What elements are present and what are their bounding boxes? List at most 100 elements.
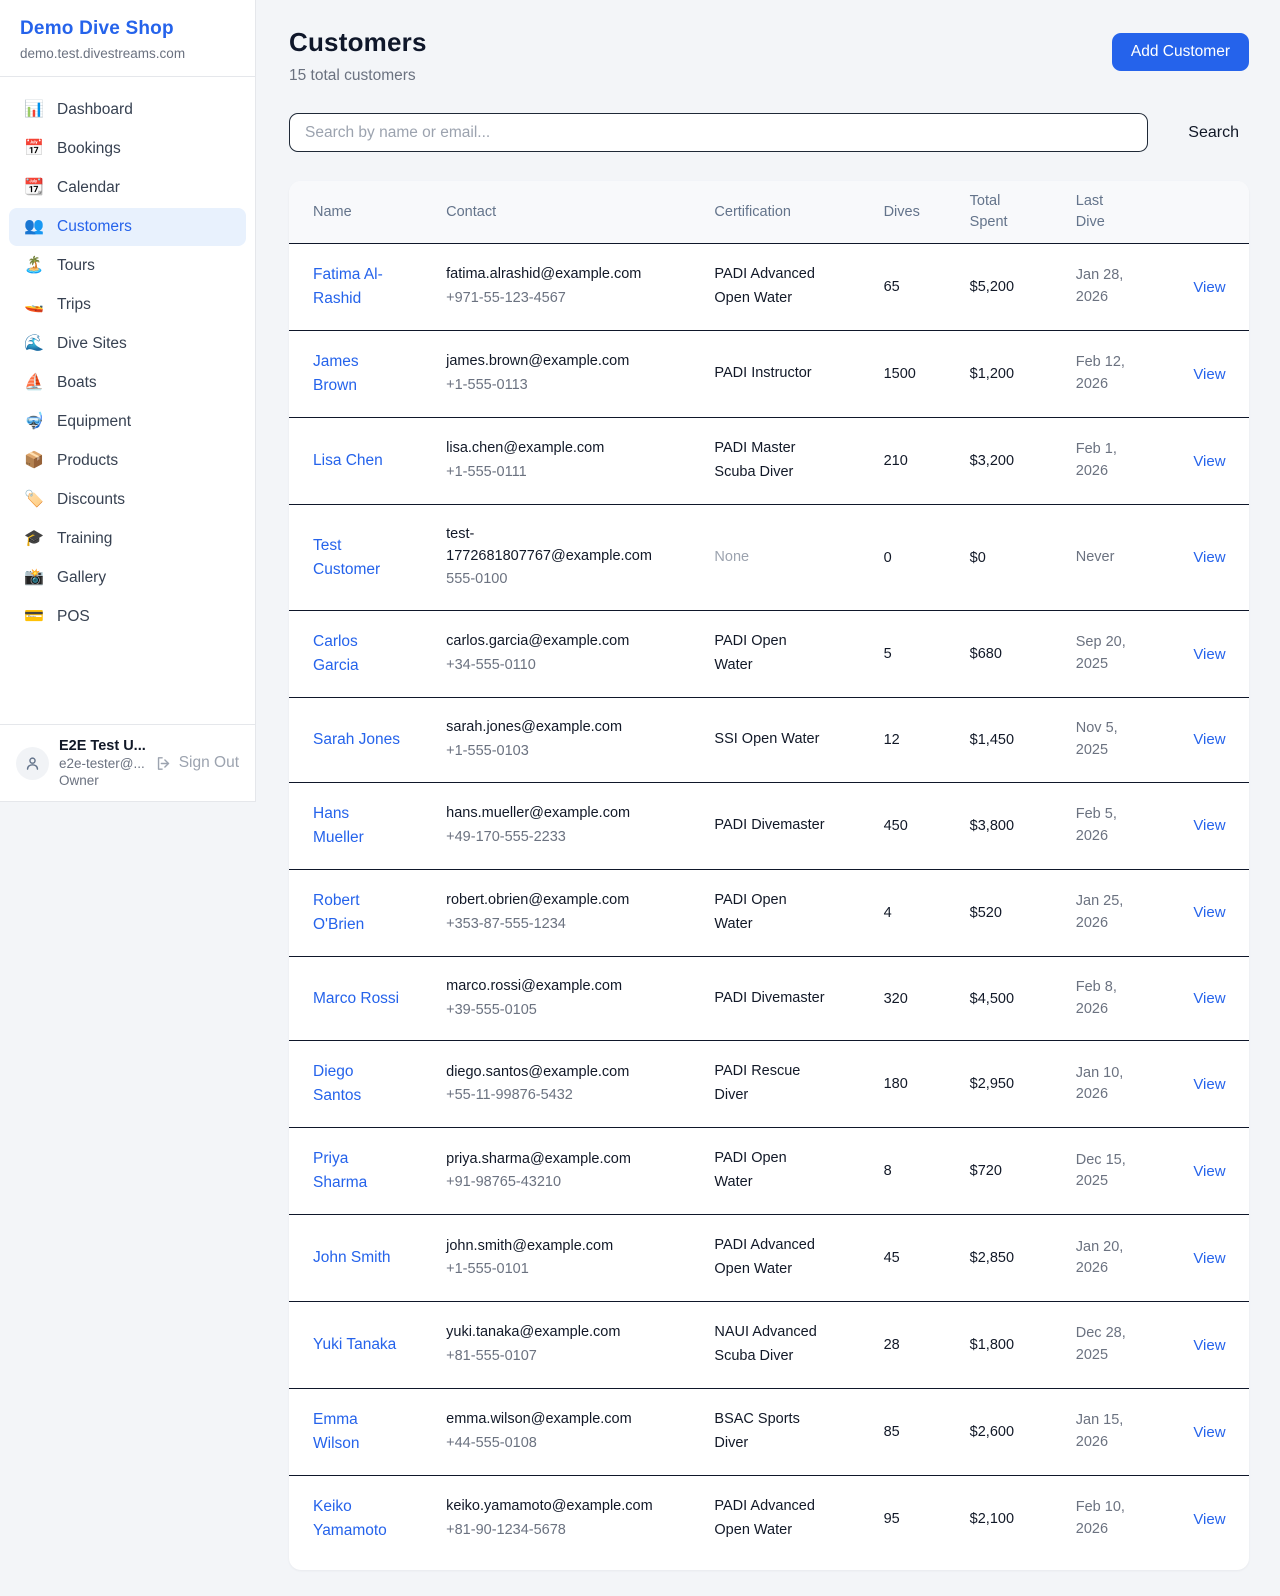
table-row: Marco Rossi marco.rossi@example.com +39-…	[289, 956, 1249, 1041]
sidebar-item-equipment[interactable]: 🤿 Equipment	[9, 403, 246, 441]
sign-out-button[interactable]: Sign Out	[155, 754, 239, 772]
customer-phone: +34-555-0110	[446, 655, 690, 677]
calendar-icon: 📆	[24, 180, 44, 196]
customer-name-link[interactable]: Test Customer	[313, 534, 401, 582]
view-link[interactable]: View	[1193, 1424, 1225, 1441]
view-link[interactable]: View	[1193, 1337, 1225, 1354]
view-link[interactable]: View	[1193, 1250, 1225, 1267]
customer-certification: PADI Divemaster	[714, 987, 824, 1011]
sidebar-item-tours[interactable]: 🏝️ Tours	[9, 247, 246, 285]
customer-last-dive: Feb 1, 2026	[1076, 439, 1146, 483]
customer-dives: 0	[872, 504, 958, 610]
customer-certification: NAUI Advanced Scuba Diver	[714, 1321, 826, 1369]
pos-icon: 💳	[24, 609, 44, 625]
add-customer-button[interactable]: Add Customer	[1112, 33, 1249, 71]
customer-total-spent: $3,200	[958, 418, 1064, 505]
customer-dives: 28	[872, 1302, 958, 1389]
customer-last-dive: Feb 12, 2026	[1076, 352, 1146, 396]
customer-certification: PADI Master Scuba Diver	[714, 437, 826, 485]
table-row: Test Customer test-1772681807767@example…	[289, 504, 1249, 610]
view-link[interactable]: View	[1193, 731, 1225, 748]
customer-name-link[interactable]: Marco Rossi	[313, 987, 399, 1011]
customer-email: john.smith@example.com	[446, 1236, 658, 1258]
view-link[interactable]: View	[1193, 366, 1225, 383]
customer-name-link[interactable]: Yuki Tanaka	[313, 1333, 396, 1357]
customer-phone: +1-555-0101	[446, 1259, 690, 1281]
page-header: Customers 15 total customers Add Custome…	[289, 27, 1249, 85]
customer-last-dive: Jan 15, 2026	[1076, 1410, 1146, 1454]
customer-certification: None	[714, 546, 749, 570]
sidebar-item-dashboard[interactable]: 📊 Dashboard	[9, 91, 246, 129]
search-input[interactable]	[289, 113, 1148, 152]
view-link[interactable]: View	[1193, 549, 1225, 566]
customer-email: james.brown@example.com	[446, 351, 658, 373]
column-header-certification: Certification	[702, 181, 871, 244]
customer-name-link[interactable]: John Smith	[313, 1246, 391, 1270]
view-link[interactable]: View	[1193, 990, 1225, 1007]
sidebar-item-discounts[interactable]: 🏷️ Discounts	[9, 481, 246, 519]
column-header-dives: Dives	[872, 181, 958, 244]
tours-icon: 🏝️	[24, 258, 44, 274]
table-row: Fatima Al-Rashid fatima.alrashid@example…	[289, 244, 1249, 331]
sign-out-label: Sign Out	[179, 754, 239, 772]
customer-name-link[interactable]: Fatima Al-Rashid	[313, 263, 401, 311]
customer-name-link[interactable]: Emma Wilson	[313, 1408, 401, 1456]
customer-name-link[interactable]: Keiko Yamamoto	[313, 1495, 401, 1543]
customer-total-spent: $720	[958, 1128, 1064, 1215]
table-row: Carlos Garcia carlos.garcia@example.com …	[289, 611, 1249, 698]
sidebar-item-training[interactable]: 🎓 Training	[9, 520, 246, 558]
customer-last-dive: Dec 28, 2025	[1076, 1323, 1146, 1367]
sidebar-item-boats[interactable]: ⛵ Boats	[9, 364, 246, 402]
view-link[interactable]: View	[1193, 453, 1225, 470]
view-link[interactable]: View	[1193, 1076, 1225, 1093]
view-link[interactable]: View	[1193, 817, 1225, 834]
customer-last-dive: Dec 15, 2025	[1076, 1150, 1146, 1194]
customer-name-link[interactable]: James Brown	[313, 350, 401, 398]
customers-icon: 👥	[24, 219, 44, 235]
customer-certification: PADI Divemaster	[714, 814, 824, 838]
customer-total-spent: $2,100	[958, 1476, 1064, 1563]
customer-name-link[interactable]: Diego Santos	[313, 1060, 401, 1108]
sidebar-item-gallery[interactable]: 📸 Gallery	[9, 559, 246, 597]
customer-certification: PADI Open Water	[714, 1147, 826, 1195]
customer-total-spent: $5,200	[958, 244, 1064, 331]
customer-certification: PADI Rescue Diver	[714, 1060, 826, 1108]
customer-name-link[interactable]: Robert O'Brien	[313, 889, 401, 937]
trips-icon: 🚤	[24, 297, 44, 313]
customer-dives: 12	[872, 698, 958, 783]
view-link[interactable]: View	[1193, 646, 1225, 663]
customer-name-link[interactable]: Priya Sharma	[313, 1147, 401, 1195]
sidebar-item-label: Bookings	[57, 140, 121, 158]
customer-name-link[interactable]: Carlos Garcia	[313, 630, 401, 678]
sidebar-item-calendar[interactable]: 📆 Calendar	[9, 169, 246, 207]
table-row: Robert O'Brien robert.obrien@example.com…	[289, 869, 1249, 956]
user-email: e2e-tester@...	[59, 756, 145, 771]
sidebar-item-products[interactable]: 📦 Products	[9, 442, 246, 480]
view-link[interactable]: View	[1193, 1163, 1225, 1180]
view-link[interactable]: View	[1193, 904, 1225, 921]
customer-phone: +1-555-0113	[446, 375, 690, 397]
sidebar-item-dive-sites[interactable]: 🌊 Dive Sites	[9, 325, 246, 363]
customer-total-spent: $520	[958, 869, 1064, 956]
search-button[interactable]: Search	[1178, 124, 1249, 142]
table-body: Fatima Al-Rashid fatima.alrashid@example…	[289, 244, 1249, 1563]
gallery-icon: 📸	[24, 570, 44, 586]
view-link[interactable]: View	[1193, 1511, 1225, 1528]
view-link[interactable]: View	[1193, 279, 1225, 296]
sidebar-item-bookings[interactable]: 📅 Bookings	[9, 130, 246, 168]
sidebar-item-customers[interactable]: 👥 Customers	[9, 208, 246, 246]
sidebar-item-pos[interactable]: 💳 POS	[9, 598, 246, 636]
customer-name-link[interactable]: Lisa Chen	[313, 449, 383, 473]
customer-certification: SSI Open Water	[714, 728, 819, 752]
customer-name-link[interactable]: Sarah Jones	[313, 728, 400, 752]
sidebar-item-label: Tours	[57, 257, 95, 275]
customer-last-dive: Jan 25, 2026	[1076, 891, 1146, 935]
customer-total-spent: $4,500	[958, 956, 1064, 1041]
products-icon: 📦	[24, 453, 44, 469]
sidebar-item-trips[interactable]: 🚤 Trips	[9, 286, 246, 324]
customer-dives: 65	[872, 244, 958, 331]
customer-name-link[interactable]: Hans Mueller	[313, 802, 401, 850]
customer-certification: PADI Open Water	[714, 630, 826, 678]
sidebar-item-label: Customers	[57, 218, 132, 236]
customer-phone: +971-55-123-4567	[446, 288, 690, 310]
